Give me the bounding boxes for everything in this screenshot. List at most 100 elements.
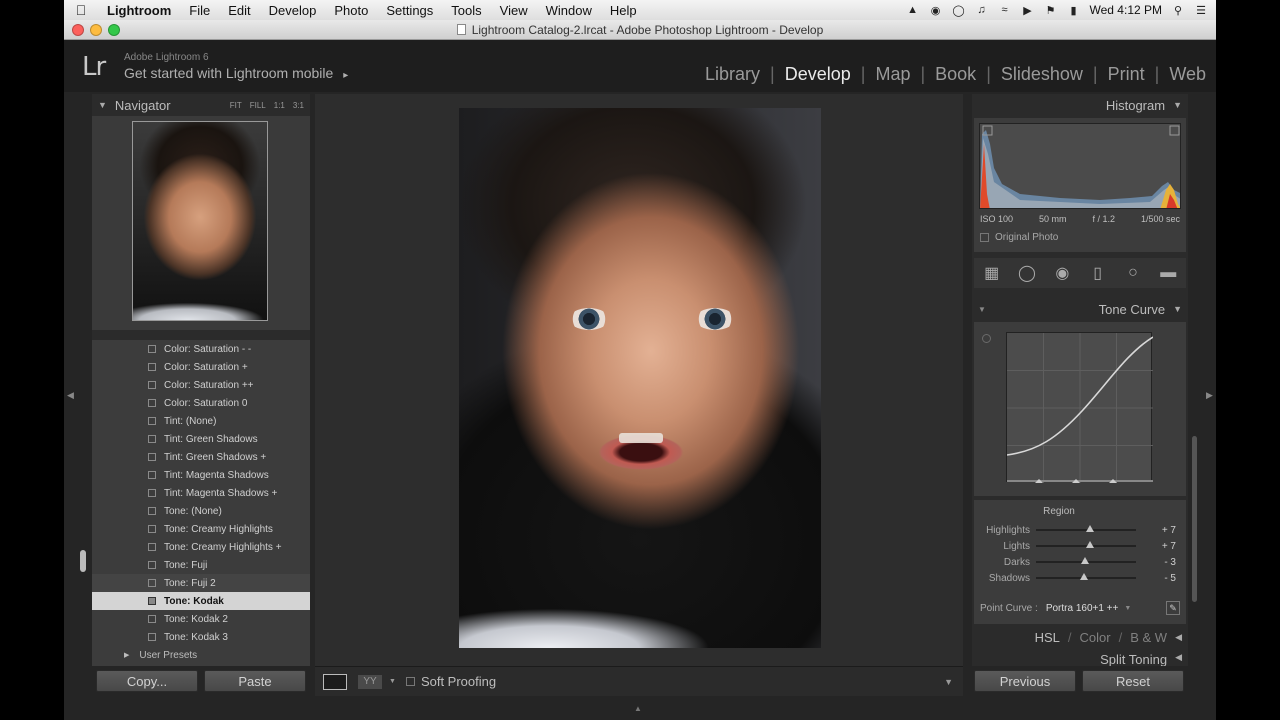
- mobile-promo-link[interactable]: Get started with Lightroom mobile ▸: [124, 65, 348, 81]
- navigator-thumbnail[interactable]: [132, 121, 268, 321]
- wifi-icon[interactable]: ≈: [998, 4, 1012, 16]
- menu-edit[interactable]: Edit: [219, 3, 259, 18]
- menu-help[interactable]: Help: [601, 3, 646, 18]
- before-after-dropdown-icon[interactable]: ▼: [389, 678, 396, 685]
- zoom-fit[interactable]: FIT: [230, 101, 242, 110]
- spot-removal-icon[interactable]: ◯: [1014, 263, 1040, 283]
- preset-item[interactable]: Tone: Kodak 3: [92, 628, 310, 646]
- slider-value[interactable]: + 7: [1136, 541, 1176, 552]
- menu-view[interactable]: View: [491, 3, 537, 18]
- search-icon[interactable]: ⚲: [1171, 4, 1185, 17]
- expand-triangle-icon[interactable]: ▶: [124, 651, 129, 659]
- module-develop[interactable]: Develop: [785, 64, 851, 85]
- module-book[interactable]: Book: [935, 64, 976, 85]
- preset-item[interactable]: Tone: Kodak 2: [92, 610, 310, 628]
- zoom-3-1[interactable]: 3:1: [293, 101, 304, 110]
- zoom-window-button[interactable]: [108, 24, 120, 36]
- slider-value[interactable]: - 3: [1136, 557, 1176, 568]
- preset-folder-user-presets[interactable]: ▶ User Presets: [92, 646, 310, 664]
- before-after-button[interactable]: YY: [357, 673, 383, 690]
- tab-hsl[interactable]: HSL: [1035, 630, 1060, 645]
- chevron-down-icon[interactable]: ▼: [1124, 605, 1131, 612]
- slider-track[interactable]: [1036, 557, 1136, 564]
- paste-settings-button[interactable]: Paste: [204, 670, 306, 692]
- preset-item[interactable]: Tone: Kodak: [92, 592, 310, 610]
- previous-button[interactable]: Previous: [974, 670, 1076, 692]
- minimize-window-button[interactable]: [90, 24, 102, 36]
- collapse-triangle-icon[interactable]: ◀: [1175, 652, 1182, 663]
- slider-thumb[interactable]: [1085, 541, 1094, 548]
- preset-item[interactable]: Tone: (None): [92, 502, 310, 520]
- darks-slider[interactable]: Darks - 3: [974, 554, 1186, 570]
- navigator-header[interactable]: ▼ Navigator FIT FILL 1:1 3:1: [92, 94, 310, 116]
- original-photo-checkbox[interactable]: [980, 233, 989, 242]
- flag-icon[interactable]: ⚑: [1044, 4, 1058, 17]
- slider-thumb[interactable]: [1079, 573, 1088, 580]
- module-print[interactable]: Print: [1108, 64, 1145, 85]
- left-panel-toggle-icon[interactable]: ◀: [67, 390, 74, 401]
- slider-value[interactable]: - 5: [1136, 573, 1176, 584]
- tab-color[interactable]: Color: [1080, 630, 1111, 645]
- preset-item[interactable]: Tone: Fuji 2: [92, 574, 310, 592]
- menu-tools[interactable]: Tools: [442, 3, 490, 18]
- preset-item[interactable]: Tint: Magenta Shadows +: [92, 484, 310, 502]
- module-map[interactable]: Map: [875, 64, 910, 85]
- filmstrip-toggle-icon[interactable]: ▲: [634, 704, 642, 713]
- panel-toggle-icon[interactable]: ▼: [978, 305, 986, 314]
- split-toning-header[interactable]: Split Toning ◀: [972, 650, 1188, 666]
- histogram-header[interactable]: Histogram ▼: [972, 94, 1188, 116]
- histogram-graph[interactable]: [979, 123, 1181, 209]
- navigator-preview[interactable]: [92, 116, 310, 330]
- preset-item[interactable]: Color: Saturation 0: [92, 394, 310, 412]
- module-slideshow[interactable]: Slideshow: [1001, 64, 1083, 85]
- target-adjust-icon[interactable]: [982, 334, 991, 343]
- graduated-filter-icon[interactable]: ▯: [1085, 263, 1111, 283]
- collapse-triangle-icon[interactable]: ▼: [1173, 100, 1182, 110]
- preset-item[interactable]: Color: Saturation - -: [92, 340, 310, 358]
- crop-tool-icon[interactable]: ▦: [979, 263, 1005, 283]
- slider-track[interactable]: [1036, 541, 1136, 548]
- module-library[interactable]: Library: [705, 64, 760, 85]
- close-window-button[interactable]: [72, 24, 84, 36]
- menu-app[interactable]: Lightroom: [98, 3, 180, 18]
- notification-icon[interactable]: ♫: [975, 4, 989, 16]
- window-left-scroll-thumb[interactable]: [80, 550, 86, 572]
- menu-develop[interactable]: Develop: [260, 3, 326, 18]
- zoom-fill[interactable]: FILL: [250, 101, 266, 110]
- collapse-triangle-icon[interactable]: ▼: [1173, 304, 1182, 314]
- point-curve-select[interactable]: Portra 160+1 ++: [1046, 603, 1119, 614]
- slider-thumb[interactable]: [1085, 525, 1094, 532]
- tone-curve-header[interactable]: ▼ Tone Curve ▼: [972, 298, 1188, 320]
- lights-slider[interactable]: Lights + 7: [974, 538, 1186, 554]
- volume-icon[interactable]: ▶: [1021, 4, 1035, 17]
- copy-settings-button[interactable]: Copy...: [96, 670, 198, 692]
- clock[interactable]: Wed 4:12 PM: [1090, 3, 1162, 17]
- highlights-slider[interactable]: Highlights + 7: [974, 522, 1186, 538]
- module-web[interactable]: Web: [1169, 64, 1206, 85]
- battery-icon[interactable]: ▮: [1067, 4, 1081, 17]
- slider-value[interactable]: + 7: [1136, 525, 1176, 536]
- original-photo-toggle[interactable]: Original Photo: [980, 232, 1058, 243]
- menu-file[interactable]: File: [180, 3, 219, 18]
- red-eye-icon[interactable]: ◉: [1049, 263, 1075, 283]
- preset-item[interactable]: Tint: Green Shadows +: [92, 448, 310, 466]
- preset-item[interactable]: Tint: Green Shadows: [92, 430, 310, 448]
- collapse-triangle-icon[interactable]: ◀: [1175, 632, 1182, 643]
- slider-thumb[interactable]: [1080, 557, 1089, 564]
- right-panel-toggle-icon[interactable]: ▶: [1206, 390, 1213, 401]
- tone-curve-graph[interactable]: [1006, 332, 1154, 483]
- right-panel-scrollbar[interactable]: [1192, 436, 1197, 602]
- hsl-header[interactable]: HSL / Color / B & W ◀: [972, 626, 1188, 648]
- apple-icon[interactable]: : [64, 2, 98, 18]
- preset-item[interactable]: Color: Saturation ++: [92, 376, 310, 394]
- collapse-triangle-icon[interactable]: ▼: [98, 100, 107, 110]
- preset-item[interactable]: Tone: Fuji: [92, 556, 310, 574]
- soft-proofing-checkbox[interactable]: [405, 677, 415, 686]
- shadows-slider[interactable]: Shadows - 5: [974, 570, 1186, 586]
- menu-settings[interactable]: Settings: [377, 3, 442, 18]
- loupe-view-button[interactable]: [323, 673, 347, 690]
- record-icon[interactable]: ◉: [929, 4, 943, 17]
- preset-item[interactable]: Color: Saturation +: [92, 358, 310, 376]
- cloud-upload-icon[interactable]: ▲: [906, 4, 920, 16]
- menu-photo[interactable]: Photo: [325, 3, 377, 18]
